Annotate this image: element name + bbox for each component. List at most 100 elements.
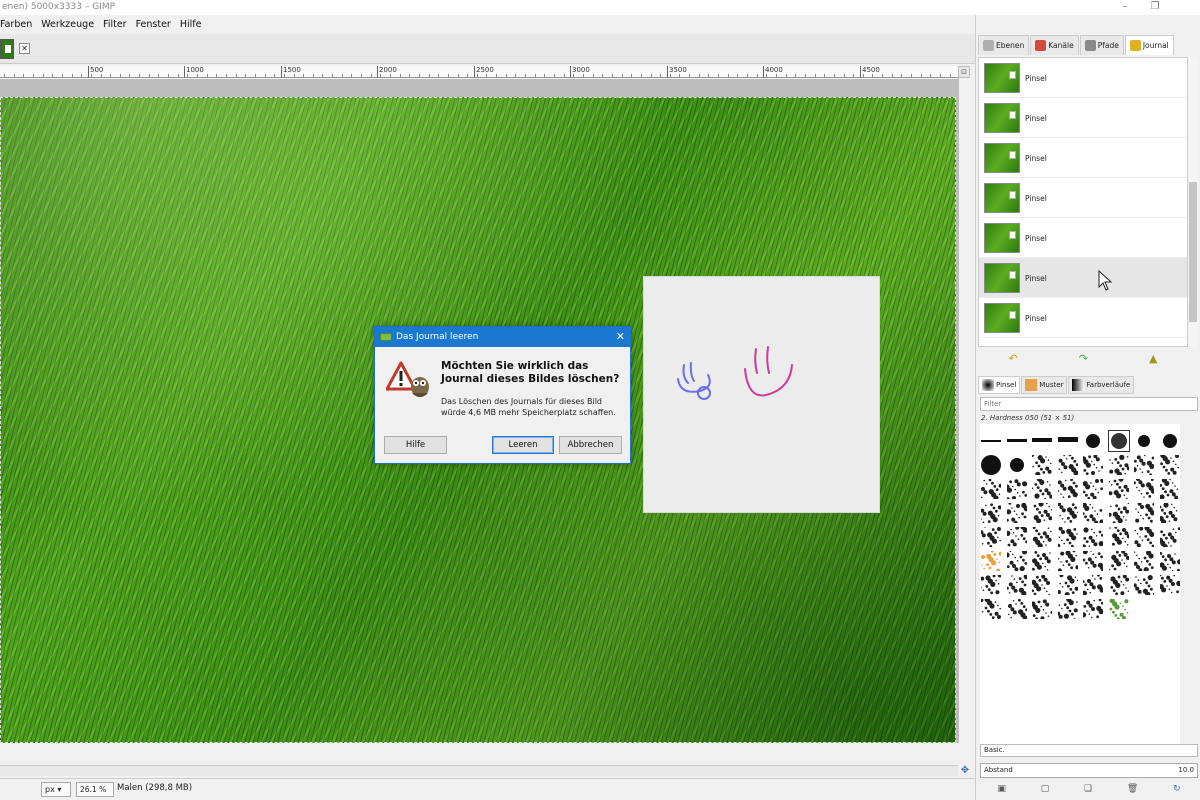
vertical-scrollbar[interactable] (958, 78, 970, 743)
zoom-select[interactable]: 26.1 % (76, 782, 114, 797)
menu-filter[interactable]: Filter (103, 19, 127, 30)
menu-fenster[interactable]: Fenster (136, 19, 171, 30)
brush-filter-input[interactable]: Filter (980, 397, 1198, 411)
clear-history-icon[interactable]: ▲ (1149, 352, 1157, 365)
brush-preset-icon[interactable] (1057, 574, 1079, 596)
menu-hilfe[interactable]: Hilfe (180, 19, 202, 30)
brush-preset-icon[interactable] (1133, 478, 1155, 500)
brush-preset-icon[interactable] (1082, 574, 1104, 596)
horizontal-scrollbar[interactable] (0, 765, 958, 776)
menu-werkzeuge[interactable]: Werkzeuge (41, 19, 94, 30)
duplicate-brush-icon[interactable]: ❏ (1084, 784, 1092, 794)
brush-preset-icon[interactable] (1031, 430, 1053, 452)
edit-brush-icon[interactable]: ▣ (997, 784, 1006, 794)
tab-ebenen[interactable]: Ebenen (978, 35, 1030, 55)
brush-preset-icon[interactable] (1133, 526, 1155, 548)
journal-list[interactable]: Pinsel Pinsel Pinsel Pinsel Pinsel Pinse… (978, 57, 1188, 347)
brush-preset-icon[interactable] (1082, 598, 1104, 620)
brush-preset-icon[interactable] (1031, 598, 1053, 620)
brush-preset-icon[interactable] (1082, 526, 1104, 548)
brush-preset-icon[interactable] (1159, 502, 1181, 524)
brush-preset-icon[interactable] (1082, 454, 1104, 476)
brush-preset-icon[interactable] (1006, 526, 1028, 548)
brush-preset-icon[interactable] (1159, 430, 1181, 452)
brush-preset-icon[interactable] (1108, 502, 1130, 524)
brush-preset-icon[interactable] (1108, 574, 1130, 596)
brush-preset-icon[interactable] (980, 574, 1002, 596)
brush-preset-select[interactable]: Basic. (980, 744, 1198, 757)
brush-preset-icon[interactable] (980, 478, 1002, 500)
brush-preset-icon[interactable] (1006, 430, 1028, 452)
redo-icon[interactable]: ↷ (1079, 352, 1088, 365)
brush-preset-icon[interactable] (1082, 550, 1104, 572)
brush-preset-icon[interactable] (1057, 550, 1079, 572)
brush-preset-icon[interactable] (1082, 478, 1104, 500)
brush-preset-icon[interactable] (980, 430, 1002, 452)
brush-preset-icon[interactable] (1006, 550, 1028, 572)
minimize-button[interactable]: – (1110, 0, 1140, 15)
brush-preset-icon[interactable] (1108, 550, 1130, 572)
tab-pinsel[interactable]: Pinsel (978, 376, 1021, 394)
list-item[interactable]: Pinsel (979, 58, 1187, 98)
spacing-slider[interactable]: Abstand 10.0 (980, 763, 1198, 778)
journal-scrollbar[interactable] (1188, 57, 1198, 347)
brush-preset-icon[interactable] (1133, 454, 1155, 476)
brush-preset-icon[interactable] (1159, 478, 1181, 500)
brush-preset-icon[interactable] (1006, 502, 1028, 524)
brush-preset-icon[interactable] (980, 454, 1002, 476)
brush-preset-icon[interactable] (980, 502, 1002, 524)
tab-muster[interactable]: Muster (1021, 376, 1068, 394)
brush-preset-icon[interactable] (1108, 454, 1130, 476)
unit-select[interactable]: px ▾ (41, 782, 71, 797)
brush-preset-icon[interactable] (1108, 598, 1130, 620)
menu-farben[interactable]: Farben (0, 19, 32, 30)
list-item[interactable]: Pinsel (979, 98, 1187, 138)
brush-preset-icon[interactable] (980, 598, 1002, 620)
clear-button[interactable]: Leeren (492, 436, 554, 454)
brush-preset-icon[interactable] (1108, 430, 1130, 452)
zoom-lock-icon[interactable]: ⊡ (958, 66, 970, 78)
dialog-title-bar[interactable]: Das Journal leeren ✕ (375, 327, 630, 347)
brush-preset-icon[interactable] (1057, 526, 1079, 548)
list-item[interactable]: Pinsel (979, 138, 1187, 178)
brush-grid[interactable] (980, 424, 1180, 754)
clear-journal-dialog[interactable]: Das Journal leeren ✕ Möchten Sie wirklic… (374, 326, 631, 464)
brush-preset-icon[interactable] (1133, 550, 1155, 572)
tab-journal[interactable]: Journal (1124, 35, 1174, 55)
list-item[interactable]: Pinsel (979, 298, 1187, 338)
tab-pfade[interactable]: Pfade (1079, 35, 1124, 55)
help-button[interactable]: Hilfe (384, 436, 447, 454)
refresh-icon[interactable]: ↻ (1173, 784, 1181, 794)
brush-preset-icon[interactable] (1006, 478, 1028, 500)
brush-preset-icon[interactable] (1031, 550, 1053, 572)
brush-preset-icon[interactable] (1031, 526, 1053, 548)
brush-preset-icon[interactable] (1159, 526, 1181, 548)
brush-preset-icon[interactable] (1082, 430, 1104, 452)
image-tab-thumbnail[interactable] (0, 39, 14, 59)
brush-preset-icon[interactable] (1159, 454, 1181, 476)
brush-preset-icon[interactable] (980, 550, 1002, 572)
brush-preset-icon[interactable] (1006, 574, 1028, 596)
brush-preset-icon[interactable] (1057, 430, 1079, 452)
brush-preset-icon[interactable] (1159, 574, 1181, 596)
brush-preset-icon[interactable] (1133, 502, 1155, 524)
brush-preset-icon[interactable] (1057, 598, 1079, 620)
new-brush-icon[interactable]: ▢ (1041, 784, 1050, 794)
close-icon[interactable]: ✕ (19, 43, 30, 54)
brush-preset-icon[interactable] (1108, 526, 1130, 548)
navigate-icon[interactable]: ✥ (959, 765, 971, 777)
delete-brush-icon[interactable]: 🗑 (1127, 784, 1138, 794)
list-item-selected[interactable]: Pinsel (979, 258, 1187, 298)
brush-preset-icon[interactable] (1057, 478, 1079, 500)
brush-preset-icon[interactable] (1031, 478, 1053, 500)
brush-preset-icon[interactable] (1108, 478, 1130, 500)
cancel-button[interactable]: Abbrechen (559, 436, 622, 454)
brush-preset-icon[interactable] (1031, 502, 1053, 524)
brush-preset-icon[interactable] (1133, 574, 1155, 596)
tab-kanaele[interactable]: Kanäle (1030, 35, 1079, 55)
brush-preset-icon[interactable] (1057, 502, 1079, 524)
brush-preset-icon[interactable] (1031, 574, 1053, 596)
tab-farbverlaeufe[interactable]: Farbverläufe (1068, 376, 1135, 394)
brush-preset-icon[interactable] (1159, 550, 1181, 572)
brush-preset-icon[interactable] (980, 526, 1002, 548)
